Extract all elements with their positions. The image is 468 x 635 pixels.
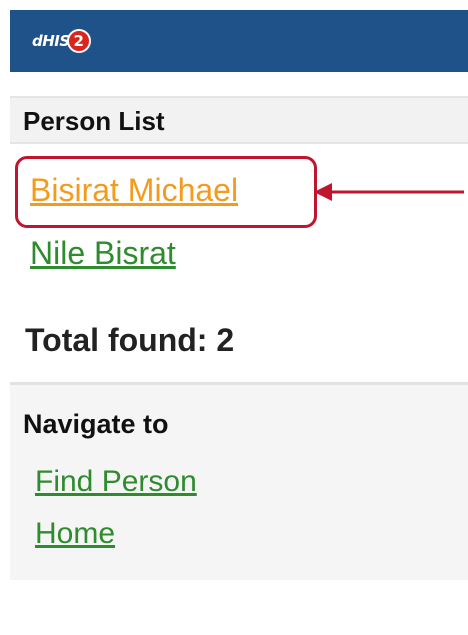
person-list-header: Person List bbox=[10, 96, 468, 144]
navigate-panel: Navigate to Find Person Home bbox=[10, 385, 468, 580]
logo-text: dHIS bbox=[32, 32, 70, 50]
app-window: dHIS 2 Person List Bisirat Michael Nile … bbox=[10, 10, 468, 635]
highlight-annotation-box bbox=[15, 156, 317, 228]
logo-badge: 2 bbox=[66, 29, 91, 53]
header-spacer bbox=[10, 72, 468, 98]
nav-link-home[interactable]: Home bbox=[35, 517, 115, 551]
arrow-left-icon bbox=[314, 183, 464, 201]
total-found-count: Total found: 2 bbox=[25, 322, 235, 358]
app-header: dHIS 2 bbox=[10, 10, 468, 72]
dhis2-logo[interactable]: dHIS 2 bbox=[32, 27, 91, 55]
navigate-title: Navigate to bbox=[23, 409, 169, 439]
nav-link-find-person[interactable]: Find Person bbox=[35, 465, 197, 499]
person-link-nile-bisrat[interactable]: Nile Bisrat bbox=[30, 235, 176, 272]
person-list-title: Person List bbox=[23, 106, 165, 136]
